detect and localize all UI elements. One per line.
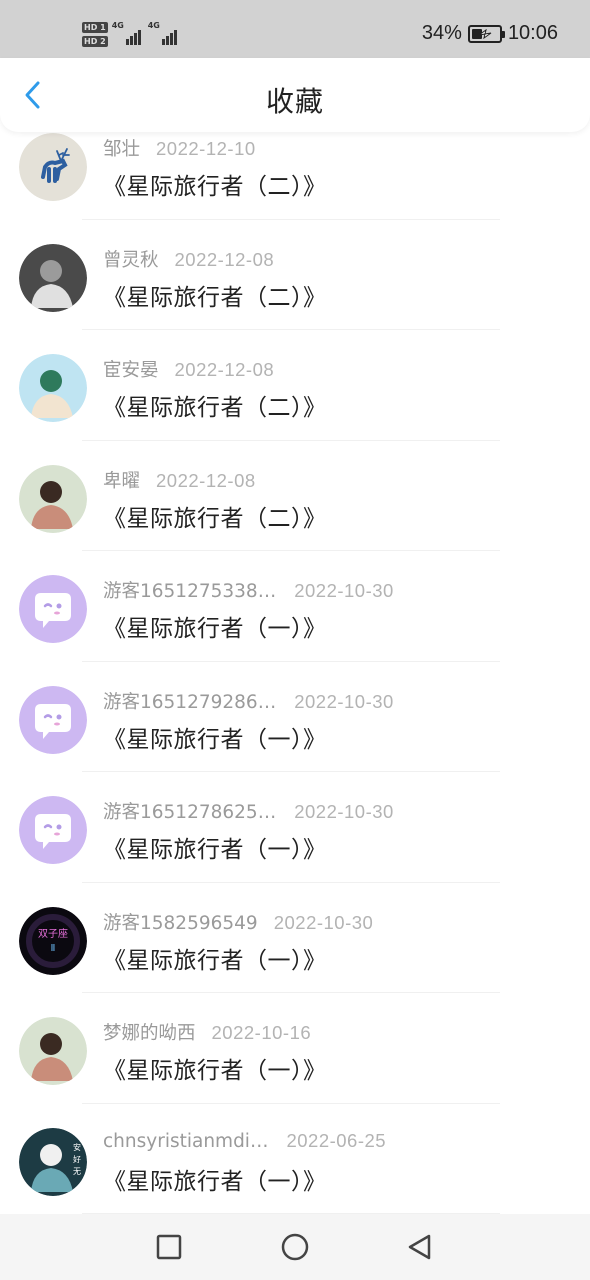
item-meta: 游客1651279286… 2022-10-30	[103, 688, 394, 714]
person-photo-icon: 安好无	[19, 1127, 87, 1196]
status-bar: HD 1 HD 2 4G 4G 34% 10:06	[0, 0, 590, 58]
book-title[interactable]: 《星际旅行者（一）》	[103, 720, 327, 754]
book-title[interactable]: 《星际旅行者（一）》	[103, 941, 327, 975]
favorite-item[interactable]: 曾灵秋 2022-12-08 《星际旅行者（二）》	[0, 206, 590, 330]
item-meta: 卑曜 2022-12-08	[103, 467, 256, 493]
chat-bubble-icon	[19, 796, 87, 864]
svg-text:无: 无	[73, 1167, 81, 1176]
svg-text:好: 好	[73, 1154, 81, 1164]
favorite-date: 2022-12-08	[174, 248, 275, 270]
battery-percent: 34%	[421, 22, 462, 44]
item-meta: 曾灵秋 2022-12-08	[103, 246, 274, 272]
page-title: 收藏	[265, 85, 324, 118]
favorite-item[interactable]: 卑曜 2022-12-08 《星际旅行者（二）》	[0, 427, 590, 551]
favorite-date: 2022-10-30	[273, 911, 374, 933]
user-name: 游客1582596549	[103, 912, 258, 934]
user-name: 宦安晏	[103, 360, 159, 381]
user-name: 游客1651275338…	[103, 581, 277, 602]
favorite-date: 2022-12-10	[156, 138, 256, 159]
item-meta: 游客1651275338… 2022-10-30	[103, 577, 394, 603]
user-name: 游客1651278625…	[103, 802, 277, 823]
favorite-date: 2022-10-30	[294, 801, 394, 822]
sim-badges: HD 1 HD 2	[82, 21, 108, 47]
signal-strength-icon-2: 4G	[147, 21, 180, 45]
favorite-date: 2022-10-30	[294, 690, 394, 712]
person-photo-icon	[19, 243, 87, 312]
user-avatar[interactable]	[19, 243, 87, 312]
svg-text:双子座: 双子座	[38, 927, 68, 940]
network-type-1: 4G	[111, 21, 124, 30]
user-avatar[interactable]	[19, 1017, 87, 1085]
user-avatar[interactable]	[19, 575, 87, 643]
favorite-item[interactable]: 游客1651275338… 2022-10-30 《星际旅行者（一）》	[0, 537, 590, 662]
book-title[interactable]: 《星际旅行者（二）》	[103, 167, 327, 201]
book-title[interactable]: 《星际旅行者（二）》	[103, 278, 327, 312]
favorites-list: 邹壮 2022-12-10 《星际旅行者（二）》 曾灵秋 2022-12-08 《星际旅行…	[0, 95, 590, 1214]
chat-bubble-icon	[19, 685, 87, 754]
svg-text:安: 安	[73, 1142, 81, 1152]
system-nav-bar	[0, 1214, 590, 1280]
network-type-2: 4G	[147, 21, 160, 30]
user-name: 卑曜	[103, 470, 141, 492]
status-right: 34% 10:06	[422, 22, 558, 45]
favorite-item[interactable]: 安好无 chnsyristianmdi… 2022-06-25 《星际旅行者（一）》	[0, 1090, 590, 1214]
signal-indicators: HD 1 HD 2 4G 4G	[82, 16, 180, 52]
favorite-item[interactable]: 双子座 Ⅱ 游客1582596549 2022-10-30 《星际旅行者（一）》	[0, 869, 590, 993]
item-meta: 邹壮 2022-12-10	[103, 135, 256, 161]
user-avatar[interactable]	[19, 133, 87, 201]
favorite-item[interactable]: 宦安晏 2022-12-08 《星际旅行者（二）》	[0, 316, 590, 441]
book-title[interactable]: 《星际旅行者（一）》	[103, 609, 327, 643]
user-avatar[interactable]: 安好无	[19, 1127, 87, 1196]
gemini-icon: 双子座 Ⅱ	[19, 906, 87, 975]
book-title[interactable]: 《星际旅行者（二）》	[103, 388, 327, 422]
book-title[interactable]: 《星际旅行者（一）》	[103, 1162, 327, 1196]
user-name: chnsyristianmdi…	[103, 1130, 269, 1152]
item-meta: 宦安晏 2022-12-08	[103, 356, 274, 382]
person-photo-icon	[19, 1017, 87, 1085]
item-meta: 梦娜的呦西 2022-10-16	[103, 1019, 311, 1045]
favorite-item[interactable]: 游客1651278625… 2022-10-30 《星际旅行者（一）》	[0, 758, 590, 883]
favorite-date: 2022-12-08	[174, 359, 275, 380]
square-icon	[156, 1234, 182, 1260]
favorite-date: 2022-10-16	[211, 1022, 312, 1043]
favorite-item[interactable]: 游客1651279286… 2022-10-30 《星际旅行者（一）》	[0, 648, 590, 772]
circle-icon	[281, 1233, 309, 1261]
item-meta: 游客1651278625… 2022-10-30	[103, 798, 394, 824]
user-name: 邹壮	[103, 139, 141, 160]
book-title[interactable]: 《星际旅行者（一）》	[103, 1051, 327, 1085]
app-header: 收藏	[0, 58, 590, 132]
person-photo-icon	[19, 354, 87, 422]
signal-strength-icon: 4G	[111, 21, 144, 45]
recent-apps-button[interactable]	[154, 1232, 184, 1262]
user-avatar[interactable]	[19, 796, 87, 864]
system-back-button[interactable]	[404, 1232, 434, 1262]
user-name: 曾灵秋	[103, 249, 159, 271]
chat-bubble-icon	[19, 575, 87, 643]
battery-icon	[467, 24, 505, 43]
sim2-badge: HD 2	[82, 35, 108, 47]
deer-icon	[19, 133, 87, 201]
user-name: 梦娜的呦西	[103, 1023, 196, 1044]
svg-text:Ⅱ: Ⅱ	[51, 943, 56, 954]
item-meta: 游客1582596549 2022-10-30	[103, 909, 373, 935]
sim1-badge: HD 1	[82, 21, 108, 33]
item-meta: chnsyristianmdi… 2022-06-25	[103, 1130, 386, 1152]
clock: 10:06	[507, 22, 558, 44]
book-title[interactable]: 《星际旅行者（一）》	[103, 830, 327, 864]
favorite-date: 2022-06-25	[286, 1129, 387, 1151]
favorite-item[interactable]: 梦娜的呦西 2022-10-16 《星际旅行者（一）》	[0, 979, 590, 1104]
person-photo-icon	[19, 464, 87, 533]
triangle-back-icon	[408, 1234, 431, 1260]
user-avatar[interactable]	[19, 464, 87, 533]
home-button[interactable]	[280, 1232, 310, 1262]
favorite-date: 2022-10-30	[294, 580, 394, 601]
book-title[interactable]: 《星际旅行者（二）》	[103, 499, 327, 533]
favorite-date: 2022-12-08	[156, 469, 256, 491]
user-name: 游客1651279286…	[103, 691, 277, 713]
user-avatar[interactable]: 双子座 Ⅱ	[19, 906, 87, 975]
user-avatar[interactable]	[19, 354, 87, 422]
user-avatar[interactable]	[19, 685, 87, 754]
